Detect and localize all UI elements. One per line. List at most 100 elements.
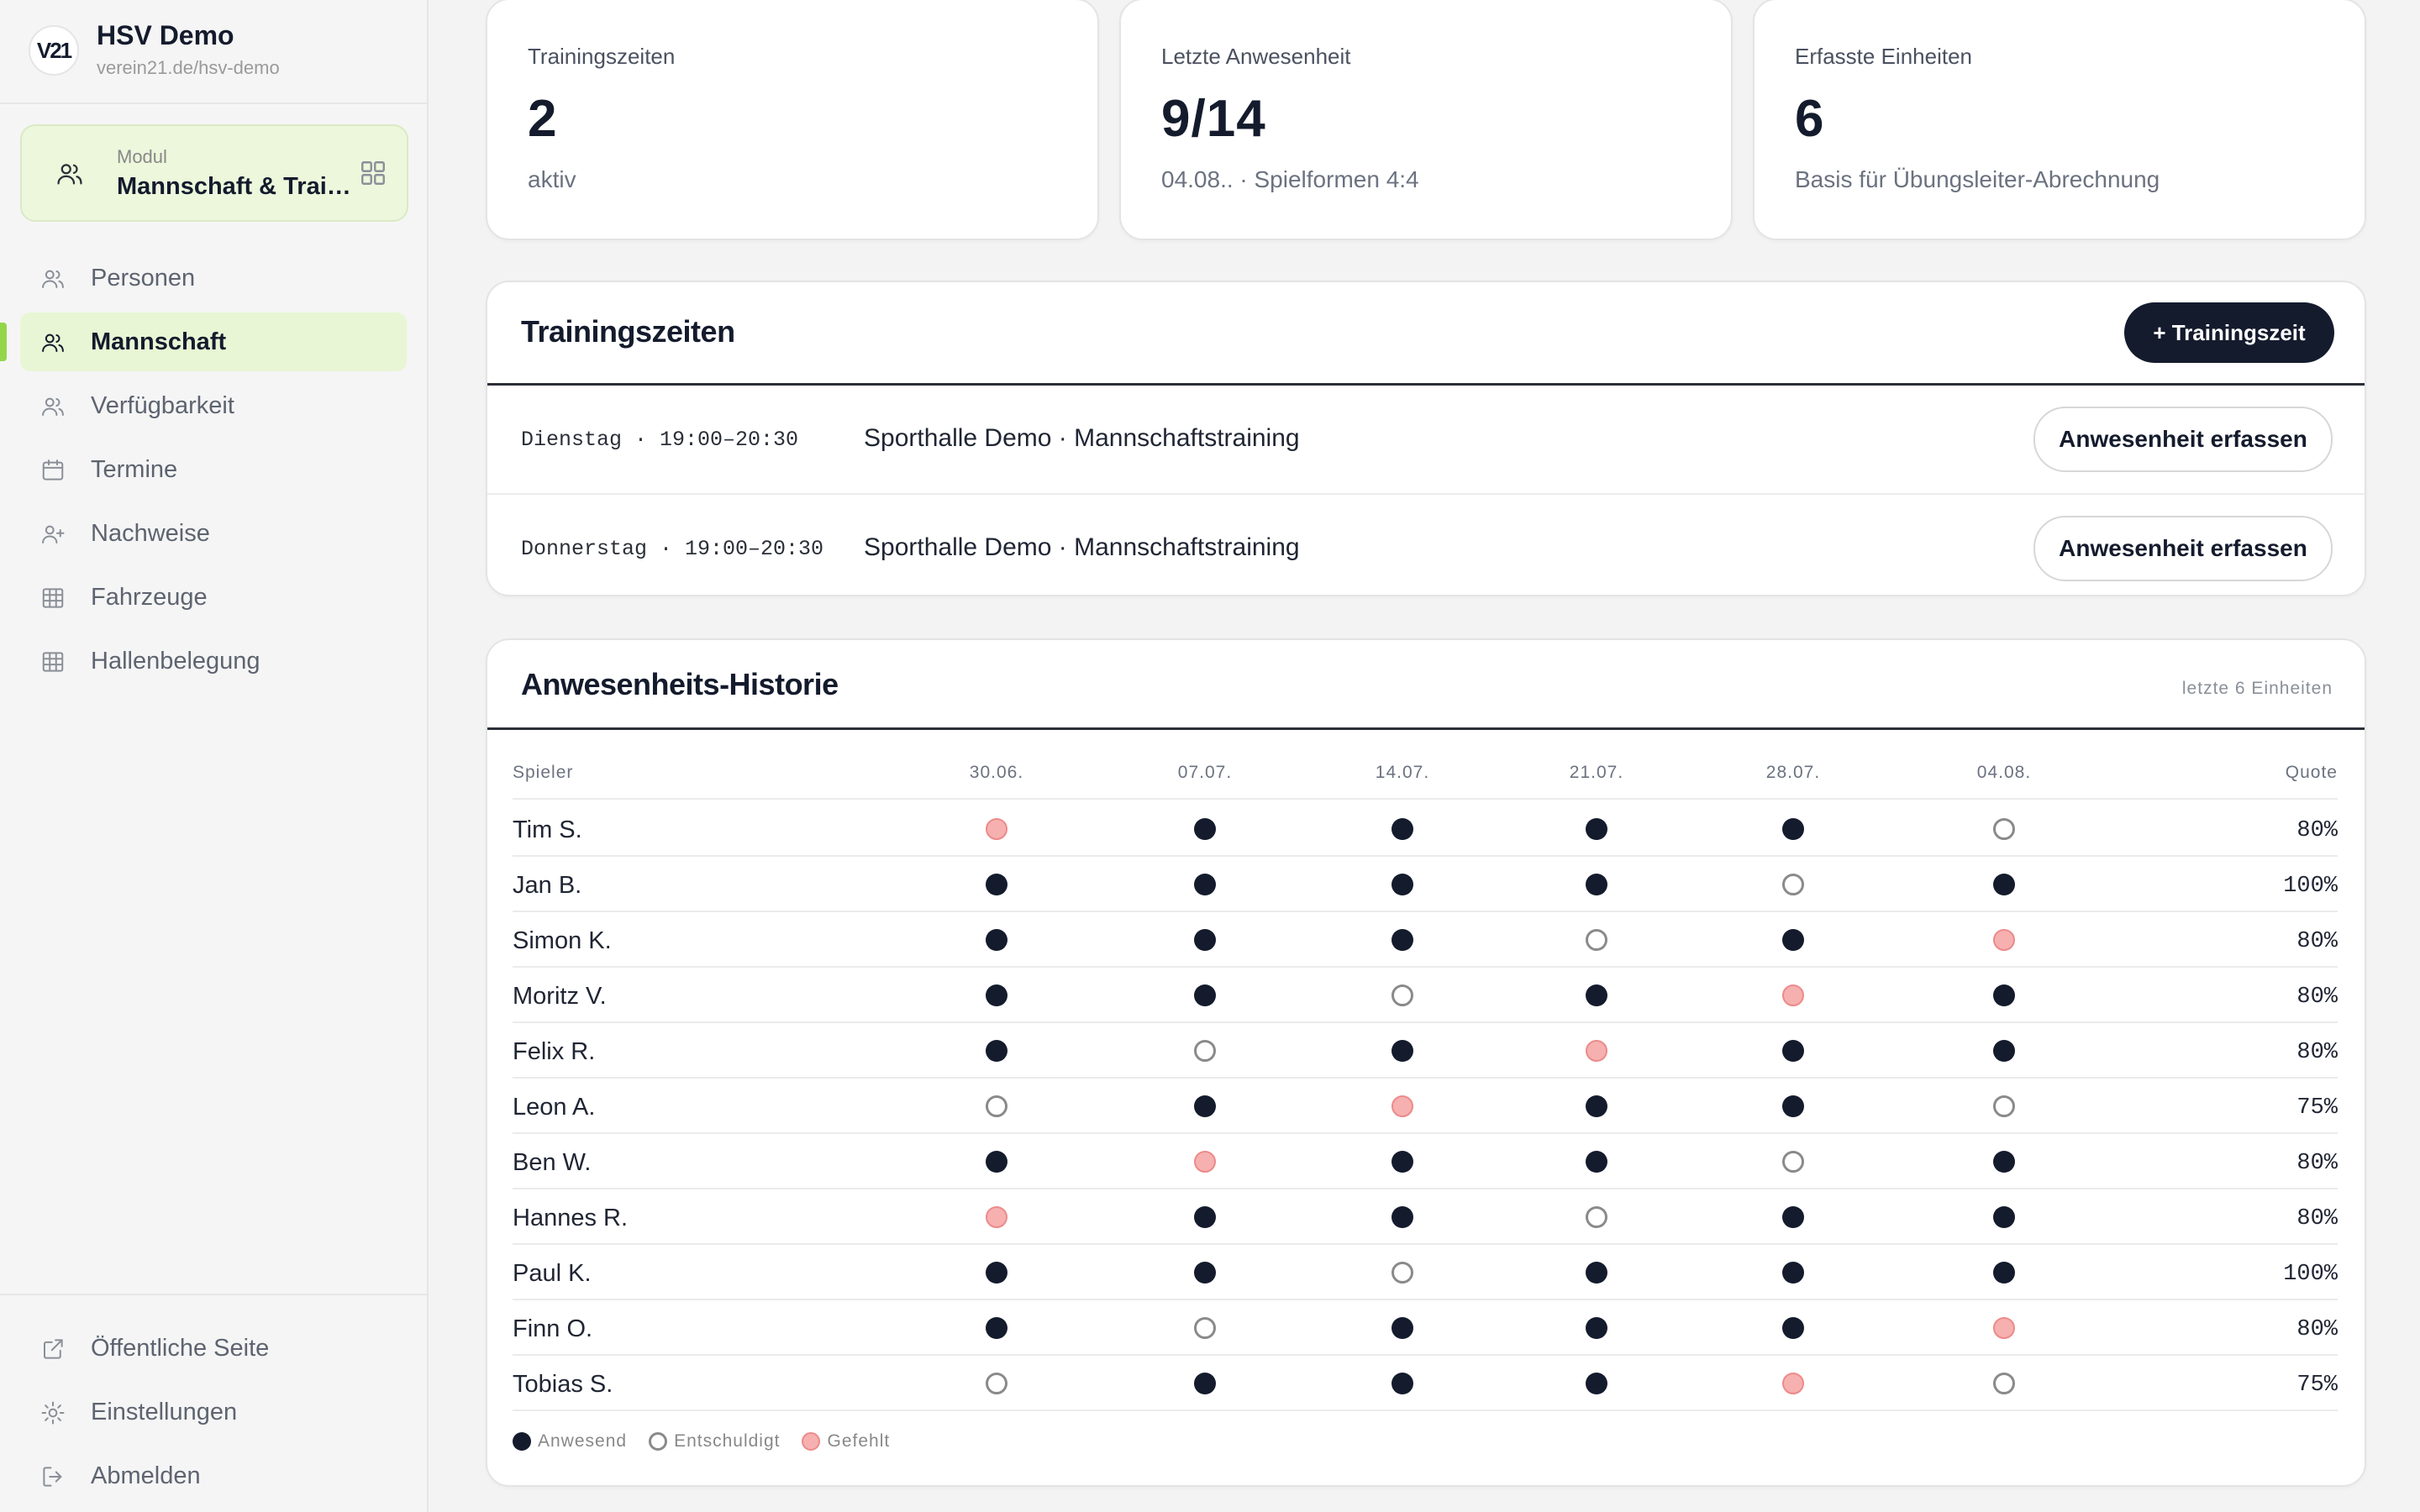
record-attendance-button[interactable]: Anwesenheit erfassen bbox=[2033, 516, 2333, 581]
present-legend-dot bbox=[513, 1432, 531, 1451]
attendance-missed-dot[interactable] bbox=[1782, 1373, 1804, 1394]
stat-value: 6 bbox=[1795, 90, 1825, 148]
legend-label: Anwesend bbox=[538, 1431, 628, 1451]
missed-legend-dot bbox=[802, 1432, 821, 1451]
sidebar-item-abmelden[interactable]: Abmelden bbox=[20, 1446, 407, 1505]
sidebar-item-personen[interactable]: Personen bbox=[20, 249, 407, 307]
main-nav: Personen Mannschaft Verfügbarkeit Termine Na… bbox=[0, 249, 427, 696]
attendance-excused-dot[interactable] bbox=[1993, 818, 2015, 840]
legend-label: Entschuldigt bbox=[674, 1431, 781, 1451]
player-name: Felix R. bbox=[513, 1038, 596, 1065]
club-name: HSV Demo bbox=[97, 20, 234, 50]
attendance-missed-dot[interactable] bbox=[1782, 984, 1804, 1006]
sidebar-item-nachweise[interactable]: Nachweise bbox=[20, 504, 407, 563]
attendance-present-dot[interactable] bbox=[1194, 818, 1216, 840]
attendance-present-dot[interactable] bbox=[1194, 1262, 1216, 1284]
attendance-present-dot[interactable] bbox=[1782, 1206, 1804, 1228]
attendance-excused-dot[interactable] bbox=[1194, 1040, 1216, 1062]
attendance-present-dot[interactable] bbox=[1993, 984, 2015, 1006]
sidebar-item-öffentliche-seite[interactable]: Öffentliche Seite bbox=[20, 1319, 407, 1378]
attendance-present-dot[interactable] bbox=[986, 984, 1007, 1006]
attendance-present-dot[interactable] bbox=[1392, 929, 1413, 951]
record-attendance-button[interactable]: Anwesenheit erfassen bbox=[2033, 407, 2333, 472]
attendance-present-dot[interactable] bbox=[1194, 1095, 1216, 1117]
attendance-present-dot[interactable] bbox=[986, 1040, 1007, 1062]
attendance-present-dot[interactable] bbox=[1392, 874, 1413, 895]
attendance-present-dot[interactable] bbox=[1586, 1317, 1607, 1339]
attendance-missed-dot[interactable] bbox=[1392, 1095, 1413, 1117]
attendance-missed-dot[interactable] bbox=[1993, 929, 2015, 951]
sidebar-item-label: Termine bbox=[91, 455, 178, 483]
attendance-present-dot[interactable] bbox=[1782, 1040, 1804, 1062]
attendance-missed-dot[interactable] bbox=[986, 818, 1007, 840]
attendance-present-dot[interactable] bbox=[1586, 1151, 1607, 1173]
attendance-present-dot[interactable] bbox=[1392, 1317, 1413, 1339]
attendance-excused-dot[interactable] bbox=[1586, 1206, 1607, 1228]
attendance-present-dot[interactable] bbox=[1586, 1262, 1607, 1284]
brand-header: V21 HSV Demo verein21.de/hsv-demo bbox=[0, 0, 427, 104]
sidebar-item-fahrzeuge[interactable]: Fahrzeuge bbox=[20, 568, 407, 627]
attendance-present-dot[interactable] bbox=[1392, 818, 1413, 840]
attendance-present-dot[interactable] bbox=[1194, 1206, 1216, 1228]
attendance-present-dot[interactable] bbox=[1782, 1095, 1804, 1117]
attendance-present-dot[interactable] bbox=[1586, 1095, 1607, 1117]
attendance-present-dot[interactable] bbox=[986, 1317, 1007, 1339]
attendance-present-dot[interactable] bbox=[986, 1262, 1007, 1284]
attendance-excused-dot[interactable] bbox=[1586, 929, 1607, 951]
attendance-present-dot[interactable] bbox=[1586, 874, 1607, 895]
sidebar-item-mannschaft[interactable]: Mannschaft bbox=[0, 312, 407, 371]
attendance-present-dot[interactable] bbox=[1194, 1373, 1216, 1394]
sidebar-item-hallenbelegung[interactable]: Hallenbelegung bbox=[20, 632, 407, 690]
attendance-present-dot[interactable] bbox=[1782, 818, 1804, 840]
attendance-present-dot[interactable] bbox=[1993, 1262, 2015, 1284]
attendance-missed-dot[interactable] bbox=[1194, 1151, 1216, 1173]
attendance-present-dot[interactable] bbox=[1586, 1373, 1607, 1394]
attendance-excused-dot[interactable] bbox=[1993, 1095, 2015, 1117]
player-name: Jan B. bbox=[513, 872, 582, 899]
club-url: verein21.de/hsv-demo bbox=[97, 57, 280, 78]
slot-place: Sporthalle Demo · Mannschaftstraining bbox=[864, 533, 1300, 561]
attendance-present-dot[interactable] bbox=[1993, 1040, 2015, 1062]
attendance-present-dot[interactable] bbox=[1993, 1206, 2015, 1228]
table-row: Leon A. 75% bbox=[513, 1079, 2338, 1134]
attendance-excused-dot[interactable] bbox=[1392, 984, 1413, 1006]
player-name: Finn O. bbox=[513, 1315, 593, 1342]
sidebar-item-termine[interactable]: Termine bbox=[20, 440, 407, 499]
attendance-present-dot[interactable] bbox=[1392, 1373, 1413, 1394]
grid-icon[interactable] bbox=[358, 158, 388, 192]
attendance-excused-dot[interactable] bbox=[1782, 1151, 1804, 1173]
attendance-present-dot[interactable] bbox=[1993, 1151, 2015, 1173]
attendance-present-dot[interactable] bbox=[986, 929, 1007, 951]
attendance-present-dot[interactable] bbox=[1782, 1262, 1804, 1284]
attendance-excused-dot[interactable] bbox=[1782, 874, 1804, 895]
attendance-missed-dot[interactable] bbox=[1993, 1317, 2015, 1339]
attendance-present-dot[interactable] bbox=[1782, 929, 1804, 951]
sidebar-item-einstellungen[interactable]: Einstellungen bbox=[20, 1383, 407, 1441]
attendance-present-dot[interactable] bbox=[1392, 1206, 1413, 1228]
attendance-present-dot[interactable] bbox=[1194, 929, 1216, 951]
attendance-missed-dot[interactable] bbox=[1586, 1040, 1607, 1062]
attendance-present-dot[interactable] bbox=[986, 1151, 1007, 1173]
people-icon bbox=[40, 394, 66, 423]
attendance-present-dot[interactable] bbox=[1586, 818, 1607, 840]
player-name: Tim S. bbox=[513, 816, 582, 843]
attendance-present-dot[interactable] bbox=[1194, 874, 1216, 895]
attendance-excused-dot[interactable] bbox=[986, 1095, 1007, 1117]
attendance-present-dot[interactable] bbox=[1392, 1151, 1413, 1173]
add-training-time-button[interactable]: + Trainingszeit bbox=[2124, 302, 2334, 363]
sidebar-item-verfügbarkeit[interactable]: Verfügbarkeit bbox=[20, 376, 407, 435]
attendance-excused-dot[interactable] bbox=[1993, 1373, 2015, 1394]
attendance-excused-dot[interactable] bbox=[986, 1373, 1007, 1394]
attendance-present-dot[interactable] bbox=[1194, 984, 1216, 1006]
attendance-present-dot[interactable] bbox=[986, 874, 1007, 895]
attendance-present-dot[interactable] bbox=[1392, 1040, 1413, 1062]
attendance-excused-dot[interactable] bbox=[1392, 1262, 1413, 1284]
attendance-excused-dot[interactable] bbox=[1194, 1317, 1216, 1339]
attendance-present-dot[interactable] bbox=[1993, 874, 2015, 895]
column-header-date: 14.07. bbox=[1375, 763, 1430, 782]
column-header-date: 28.07. bbox=[1765, 763, 1821, 782]
module-switcher[interactable]: Modul Mannschaft & Trai… bbox=[20, 124, 408, 222]
attendance-present-dot[interactable] bbox=[1586, 984, 1607, 1006]
attendance-present-dot[interactable] bbox=[1782, 1317, 1804, 1339]
attendance-missed-dot[interactable] bbox=[986, 1206, 1007, 1228]
